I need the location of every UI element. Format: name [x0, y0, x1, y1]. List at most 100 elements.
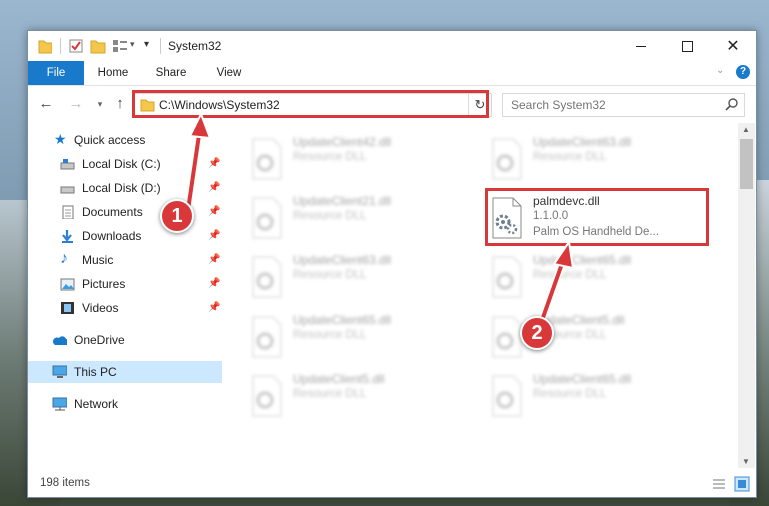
file-description: Resource DLL	[293, 329, 367, 341]
nav-label: Quick access	[74, 133, 146, 147]
file-item[interactable]: UpdateClient63.dll Resource DLL	[487, 131, 717, 187]
maximize-button[interactable]	[664, 31, 710, 61]
vertical-scrollbar[interactable]: ▲ ▼	[738, 123, 755, 468]
file-item[interactable]: UpdateClient5.dll Resource DLL	[247, 368, 477, 424]
file-description: Resource DLL	[533, 388, 607, 400]
drive-icon	[60, 159, 75, 170]
downloads-icon	[62, 230, 73, 243]
tab-file[interactable]: File	[28, 61, 84, 85]
file-name: UpdateClient5.dll	[293, 372, 385, 386]
tab-home[interactable]: Home	[90, 61, 136, 85]
star-icon: ★	[54, 131, 67, 147]
explorer-window: ▾ ▾ System32 ✕ File Home Share View ⌄ ? …	[27, 30, 757, 498]
file-description: Resource DLL	[293, 269, 367, 281]
pictures-icon	[60, 278, 75, 291]
expand-ribbon-icon[interactable]: ⌄	[716, 65, 724, 76]
nav-label: Local Disk (D:)	[82, 181, 161, 195]
file-name: UpdateClient21.dll	[293, 194, 392, 208]
forward-button[interactable]: →	[68, 96, 84, 112]
scroll-down-icon[interactable]: ▼	[742, 457, 750, 466]
new-folder-icon[interactable]	[90, 38, 106, 54]
scroll-thumb[interactable]	[740, 139, 753, 189]
back-button[interactable]: ←	[38, 96, 54, 112]
search-icon	[725, 98, 738, 111]
pin-icon[interactable]: 📌	[208, 297, 220, 319]
dll-file-icon	[252, 197, 282, 239]
file-item[interactable]: UpdateClient21.dll Resource DLL	[247, 190, 477, 246]
tab-share[interactable]: Share	[148, 61, 194, 85]
title-bar: ▾ ▾ System32 ✕	[28, 31, 756, 61]
nav-label: Pictures	[82, 277, 126, 291]
status-bar: 198 items	[28, 471, 756, 497]
nav-item-downloads[interactable]: Downloads 📌	[28, 225, 222, 247]
dll-file-icon	[492, 138, 522, 180]
file-description: Resource DLL	[533, 151, 607, 163]
nav-item-pictures[interactable]: Pictures 📌	[28, 273, 222, 295]
item-count: 198 items	[40, 477, 90, 489]
pin-icon[interactable]: 📌	[208, 249, 220, 271]
up-button[interactable]: ↑	[112, 96, 128, 112]
search-box[interactable]	[502, 93, 745, 117]
window-title: System32	[168, 39, 222, 53]
file-name: UpdateClient63.dll	[293, 253, 392, 267]
large-icons-view-icon[interactable]	[734, 476, 750, 492]
nav-label: Network	[74, 397, 119, 411]
file-item[interactable]: UpdateClient65.dll Resource DLL	[487, 368, 717, 424]
view-options-icon[interactable]	[112, 38, 128, 54]
file-item[interactable]: UpdateClient42.dll Resource DLL	[247, 131, 477, 187]
file-name: UpdateClient42.dll	[293, 135, 392, 149]
step1-badge: 1	[160, 199, 194, 233]
music-icon: ♪	[60, 250, 68, 267]
ribbon-tabs: File Home Share View ⌄ ?	[28, 61, 756, 86]
file-highlight-box	[485, 188, 709, 246]
customize-toolbar-icon[interactable]: ▾	[144, 39, 149, 50]
file-item[interactable]: UpdateClient65.dll Resource DLL	[247, 309, 477, 365]
nav-label: OneDrive	[74, 333, 125, 347]
search-input[interactable]	[509, 97, 713, 113]
file-description: Resource DLL	[293, 210, 367, 222]
onedrive-cloud-icon	[53, 336, 67, 345]
dll-file-icon	[252, 316, 282, 358]
pin-icon[interactable]: 📌	[208, 225, 220, 247]
file-description: Resource DLL	[293, 388, 367, 400]
network-icon	[52, 397, 67, 411]
file-description: Resource DLL	[293, 151, 367, 163]
file-item[interactable]: UpdateClient63.dll Resource DLL	[247, 249, 477, 305]
recent-locations-button[interactable]: ▾	[92, 96, 108, 112]
close-button[interactable]: ✕	[710, 31, 756, 61]
folder-icon	[38, 40, 52, 54]
tab-view[interactable]: View	[206, 61, 252, 85]
file-item[interactable]: UpdateClient65.dll Resource DLL	[487, 249, 717, 305]
step2-badge: 2	[520, 316, 554, 350]
drive-icon	[60, 186, 75, 194]
nav-item-videos[interactable]: Videos 📌	[28, 297, 222, 319]
computer-icon	[52, 365, 67, 378]
nav-network[interactable]: Network	[28, 393, 222, 415]
help-icon[interactable]: ?	[736, 65, 750, 79]
nav-label: Local Disk (C:)	[82, 157, 161, 171]
details-view-icon[interactable]	[712, 477, 726, 491]
nav-onedrive[interactable]: OneDrive	[28, 329, 222, 351]
file-name: UpdateClient65.dll	[293, 313, 392, 327]
nav-label: Music	[82, 253, 114, 267]
dll-file-icon	[492, 256, 522, 298]
file-list: UpdateClient42.dll Resource DLL UpdateCl…	[223, 123, 738, 468]
dll-file-icon	[492, 375, 522, 417]
dll-file-icon	[252, 138, 282, 180]
address-row: ← → ▾ ↑ C:\Windows\System32 ⌄ ↻	[28, 86, 756, 122]
file-name: UpdateClient63.dll	[533, 135, 632, 149]
chevron-down-icon[interactable]: ▾	[130, 39, 135, 50]
documents-icon	[62, 205, 74, 219]
pin-icon[interactable]: 📌	[208, 273, 220, 295]
nav-this-pc[interactable]: This PC	[28, 361, 222, 383]
videos-icon	[61, 302, 74, 314]
nav-label: This PC	[74, 365, 117, 379]
dll-file-icon	[252, 256, 282, 298]
dll-file-icon	[252, 375, 282, 417]
minimize-button[interactable]	[618, 31, 664, 61]
nav-label: Downloads	[82, 229, 142, 243]
nav-item-music[interactable]: ♪ Music 📌	[28, 249, 222, 271]
properties-icon[interactable]	[68, 38, 84, 54]
scroll-up-icon[interactable]: ▲	[742, 125, 750, 134]
nav-label: Documents	[82, 205, 143, 219]
